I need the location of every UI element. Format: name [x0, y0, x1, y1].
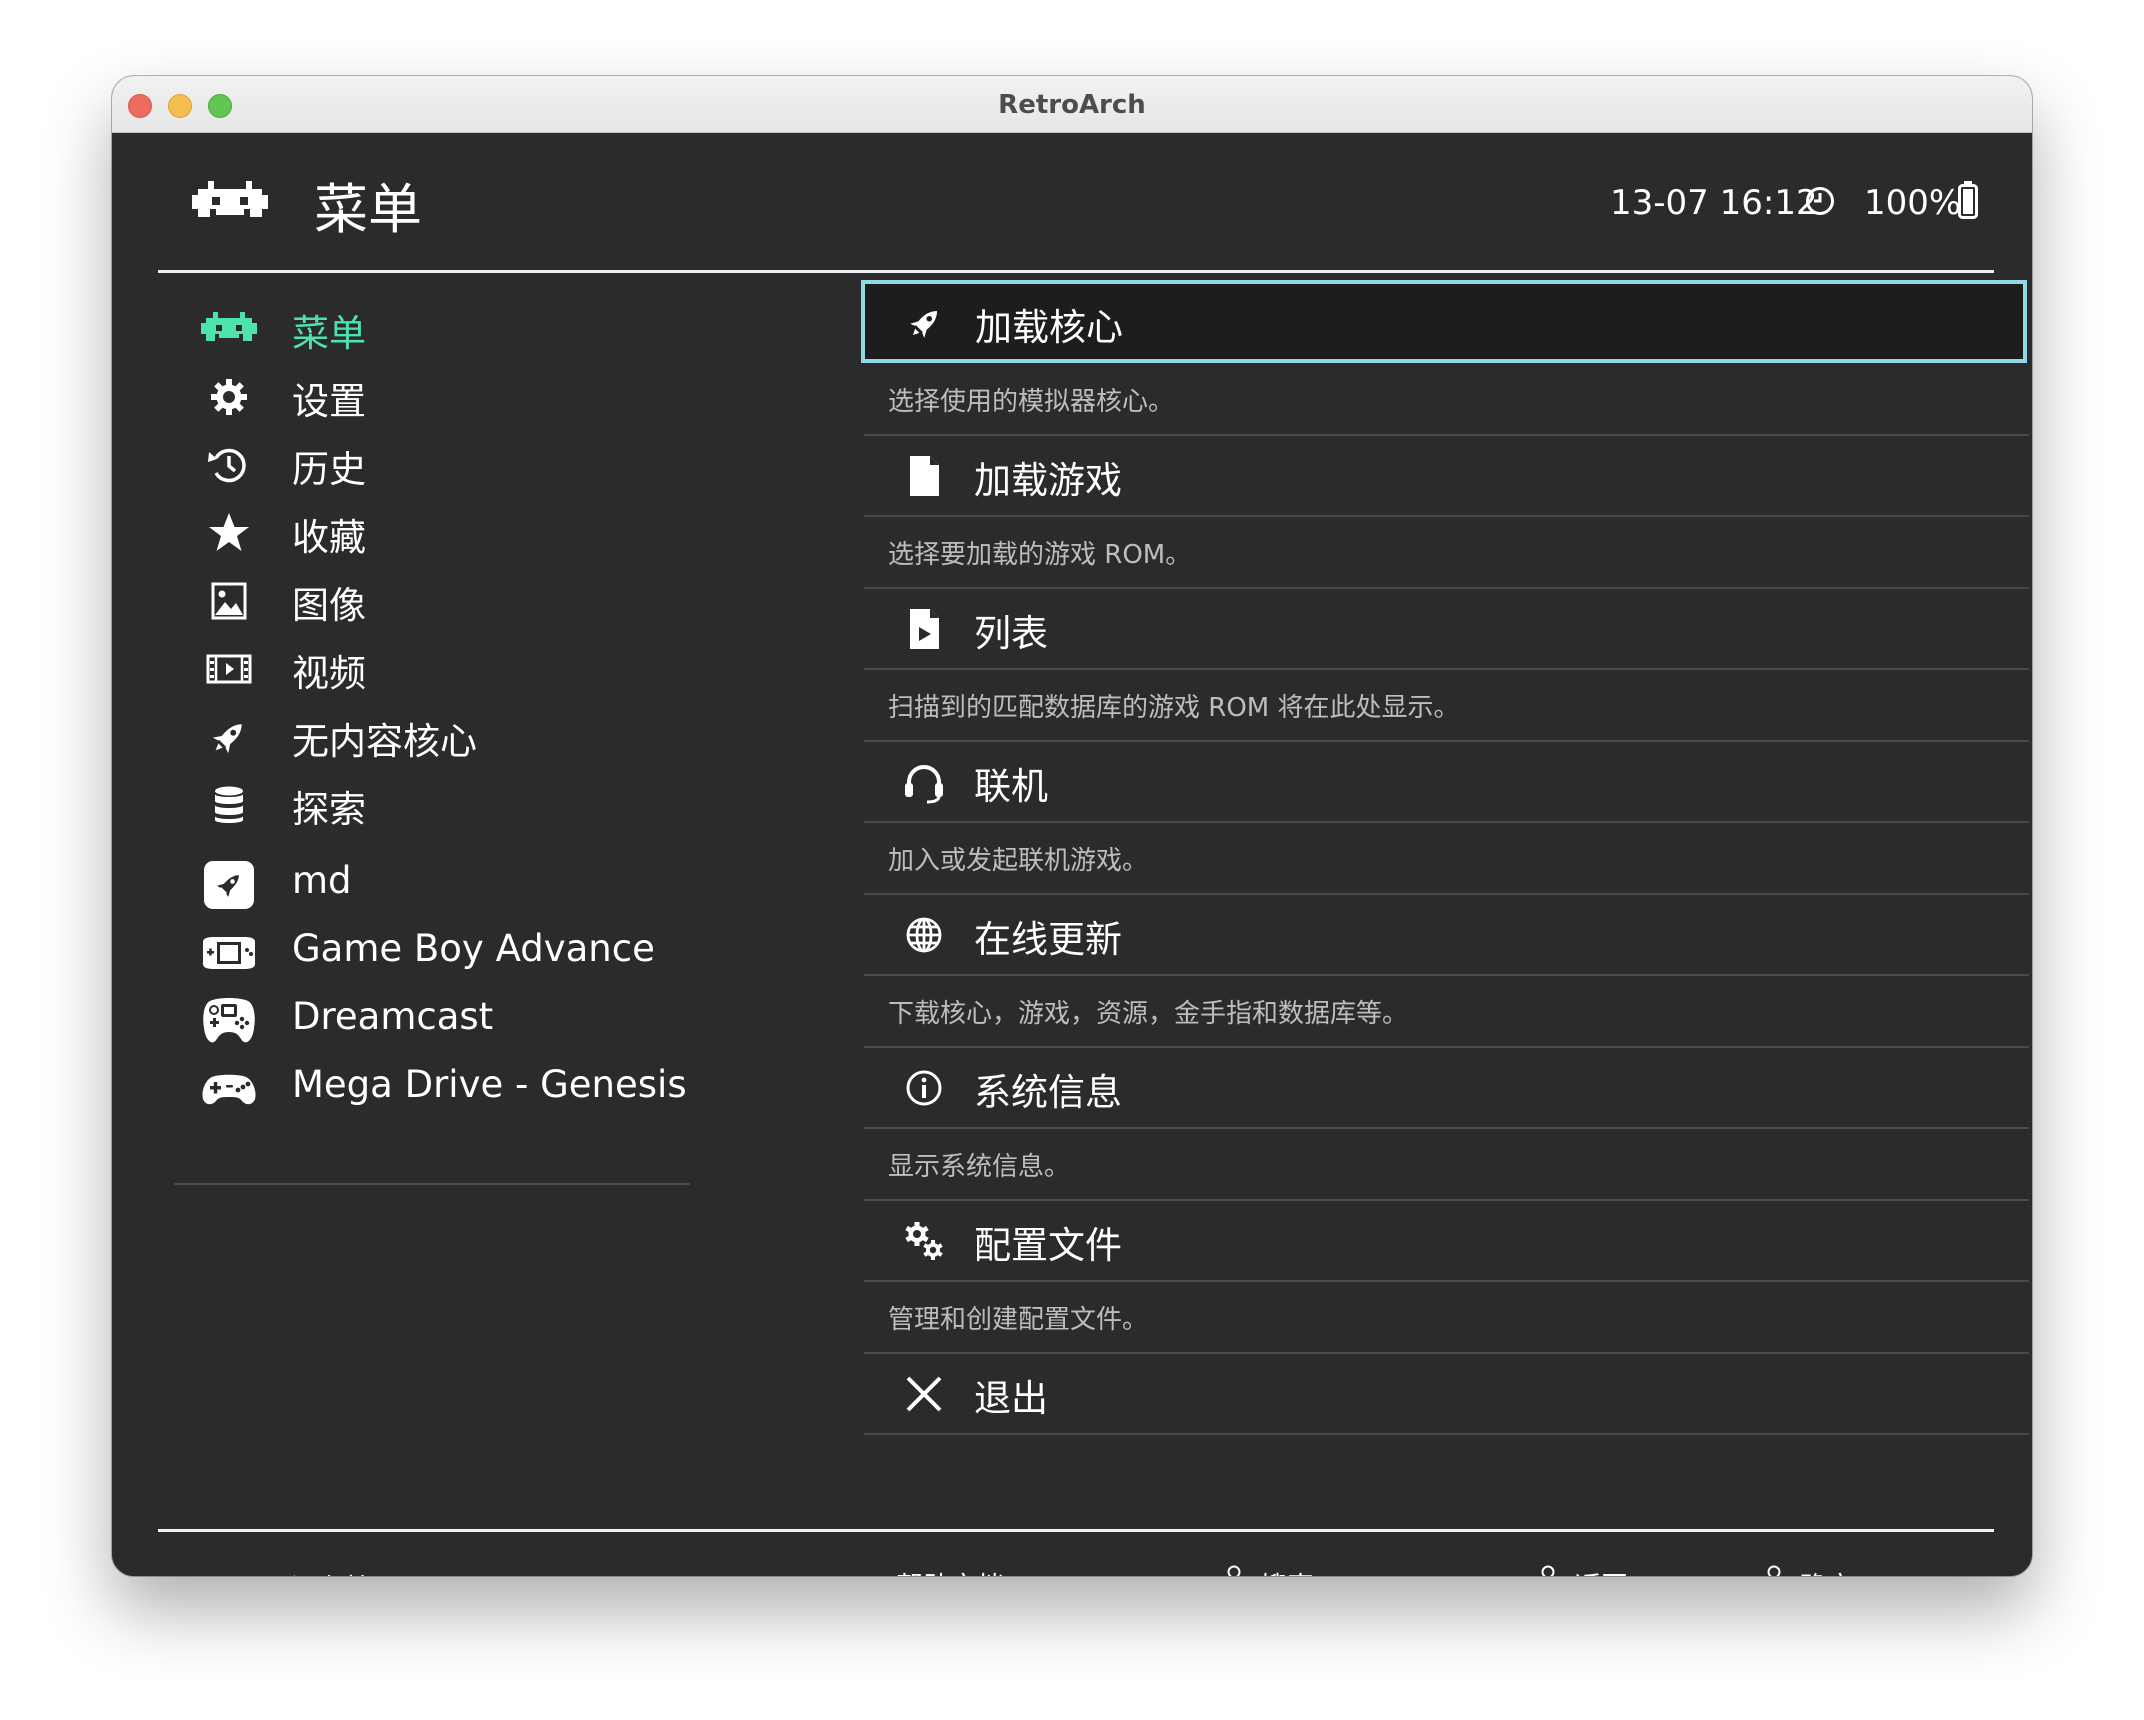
menu-entry-header[interactable]: 联机 — [864, 742, 1996, 821]
version-status: 1.21.0 - 没有核心 — [178, 1567, 399, 1576]
menu-divider — [864, 1433, 2029, 1435]
sidebar-item-label: 设置 — [292, 380, 366, 423]
sidebar-item-label: md — [292, 859, 352, 902]
menu-entry-header[interactable]: 列表 — [864, 589, 1996, 668]
database-icon — [215, 786, 243, 823]
menu-divider — [864, 1280, 2029, 1282]
battery-percent: 100% — [1864, 183, 1962, 223]
battery-icon — [1958, 181, 1978, 219]
menu-divider — [864, 668, 2029, 670]
footer-back-label: 返回 — [1574, 1565, 1628, 1576]
menu-entry-label: 加载核心 — [975, 306, 1123, 349]
gameboy-advance-icon — [203, 937, 255, 969]
film-icon — [206, 654, 252, 684]
sidebar-item-explore[interactable]: 探索 — [158, 759, 864, 849]
menu-entry-label: 加载游戏 — [974, 459, 1122, 502]
rocket-icon — [212, 724, 242, 754]
footer-ok-label: 确定 — [1800, 1565, 1854, 1576]
sidebar: 菜单 设置 历史 收藏 图像 视频 无内容核心 探索 md Game Boy A… — [158, 283, 864, 1525]
menu-entry-description: 扫描到的匹配数据库的游戏 ROM 将在此处显示。 — [888, 693, 1460, 723]
sidebar-item-label: 视频 — [292, 652, 366, 695]
sidebar-item-label: 图像 — [292, 584, 366, 627]
headset-icon — [905, 765, 943, 804]
playlist-file-icon — [910, 609, 939, 649]
sidebar-item-label: 无内容核心 — [292, 720, 477, 763]
image-icon — [211, 582, 247, 620]
menu-entry-label: 联机 — [974, 765, 1048, 808]
select-button-icon — [850, 1563, 890, 1576]
menu-entry-description: 选择使用的模拟器核心。 — [888, 387, 1175, 417]
sidebar-item-label: Dreamcast — [292, 995, 494, 1038]
menu-entry-header[interactable]: 加载核心 — [861, 280, 2027, 363]
header-divider — [158, 270, 1994, 273]
app-window: RetroArch 菜单 13-07 16:12 100% 菜单 设置 历史 收… — [112, 76, 2032, 1576]
gears-icon — [905, 1222, 943, 1260]
menu-divider — [864, 974, 2029, 976]
core-rocket-tile-icon — [204, 861, 254, 909]
globe-icon — [906, 917, 942, 953]
history-icon — [208, 448, 246, 483]
sidebar-item-label: 探索 — [292, 788, 366, 831]
close-icon — [906, 1376, 942, 1412]
dpad-icon — [1541, 1565, 1555, 1576]
title-bar: RetroArch — [112, 76, 2032, 133]
footer-divider — [158, 1529, 1994, 1532]
file-icon — [910, 456, 939, 496]
dpad-icon — [1227, 1565, 1241, 1576]
page-title: 菜单 — [314, 178, 422, 241]
footer-search-label: 搜索： — [1260, 1565, 1341, 1576]
header: 菜单 13-07 16:12 100% — [112, 133, 2032, 271]
gear-icon — [211, 379, 247, 415]
footer-help-label: 帮助文档 — [896, 1565, 1004, 1576]
menu-entry-header[interactable]: 在线更新 — [864, 895, 1996, 974]
sidebar-item-label: Game Boy Advance — [292, 927, 655, 970]
star-icon — [209, 513, 249, 551]
info-icon — [906, 1070, 942, 1106]
mega-drive-controller-icon — [202, 1074, 256, 1105]
menu-entry-description: 显示系统信息。 — [888, 1152, 1071, 1182]
menu-entry-description: 加入或发起联机游戏。 — [888, 846, 1149, 876]
menu-divider — [864, 1127, 2029, 1129]
menu-entry-header[interactable]: 加载游戏 — [864, 436, 1996, 515]
window-title: RetroArch — [998, 90, 1146, 120]
dreamcast-controller-icon — [203, 998, 255, 1043]
retroarch-app: 菜单 13-07 16:12 100% 菜单 设置 历史 收藏 图像 视频 无内… — [112, 133, 2032, 1576]
sidebar-divider — [174, 1183, 690, 1185]
menu-entry-label: 列表 — [974, 612, 1048, 655]
menu-entry-label: 退出 — [974, 1377, 1048, 1420]
menu-entry-header[interactable]: 配置文件 — [864, 1201, 1996, 1280]
menu-divider — [864, 821, 2029, 823]
menu-entry-header[interactable]: 系统信息 — [864, 1048, 1996, 1127]
menu-entry-label: 在线更新 — [974, 918, 1122, 961]
playlist-item-mega-drive-genesis[interactable]: Mega Drive - Genesis — [158, 1043, 864, 1133]
dpad-icon — [1767, 1565, 1781, 1576]
menu-divider — [864, 515, 2029, 517]
menu-entry-description: 选择要加载的游戏 ROM。 — [888, 540, 1192, 570]
menu-entry-description: 下载核心，游戏，资源，金手指和数据库等。 — [888, 999, 1409, 1029]
menu-entry-label: 系统信息 — [974, 1071, 1122, 1114]
rocket-icon — [910, 310, 938, 338]
menu-list: 加载核心 选择使用的模拟器核心。 加载游戏 选择要加载的游戏 ROM。 列表 扫… — [861, 280, 2029, 1527]
menu-entry-description: 管理和创建配置文件。 — [888, 1305, 1149, 1335]
sidebar-item-label: 收藏 — [292, 516, 366, 559]
clock-icon — [1806, 187, 1834, 215]
retroarch-invader-icon — [201, 312, 257, 341]
sidebar-item-label: 历史 — [292, 448, 366, 491]
sidebar-item-label: Mega Drive - Genesis — [292, 1063, 687, 1106]
retroarch-logo-icon — [192, 181, 268, 217]
menu-entry-header[interactable]: 退出 — [864, 1354, 1996, 1433]
menu-entry-label: 配置文件 — [974, 1224, 1122, 1267]
sidebar-item-label: 菜单 — [292, 312, 366, 355]
clock-text: 13-07 16:12 — [1610, 183, 1818, 223]
